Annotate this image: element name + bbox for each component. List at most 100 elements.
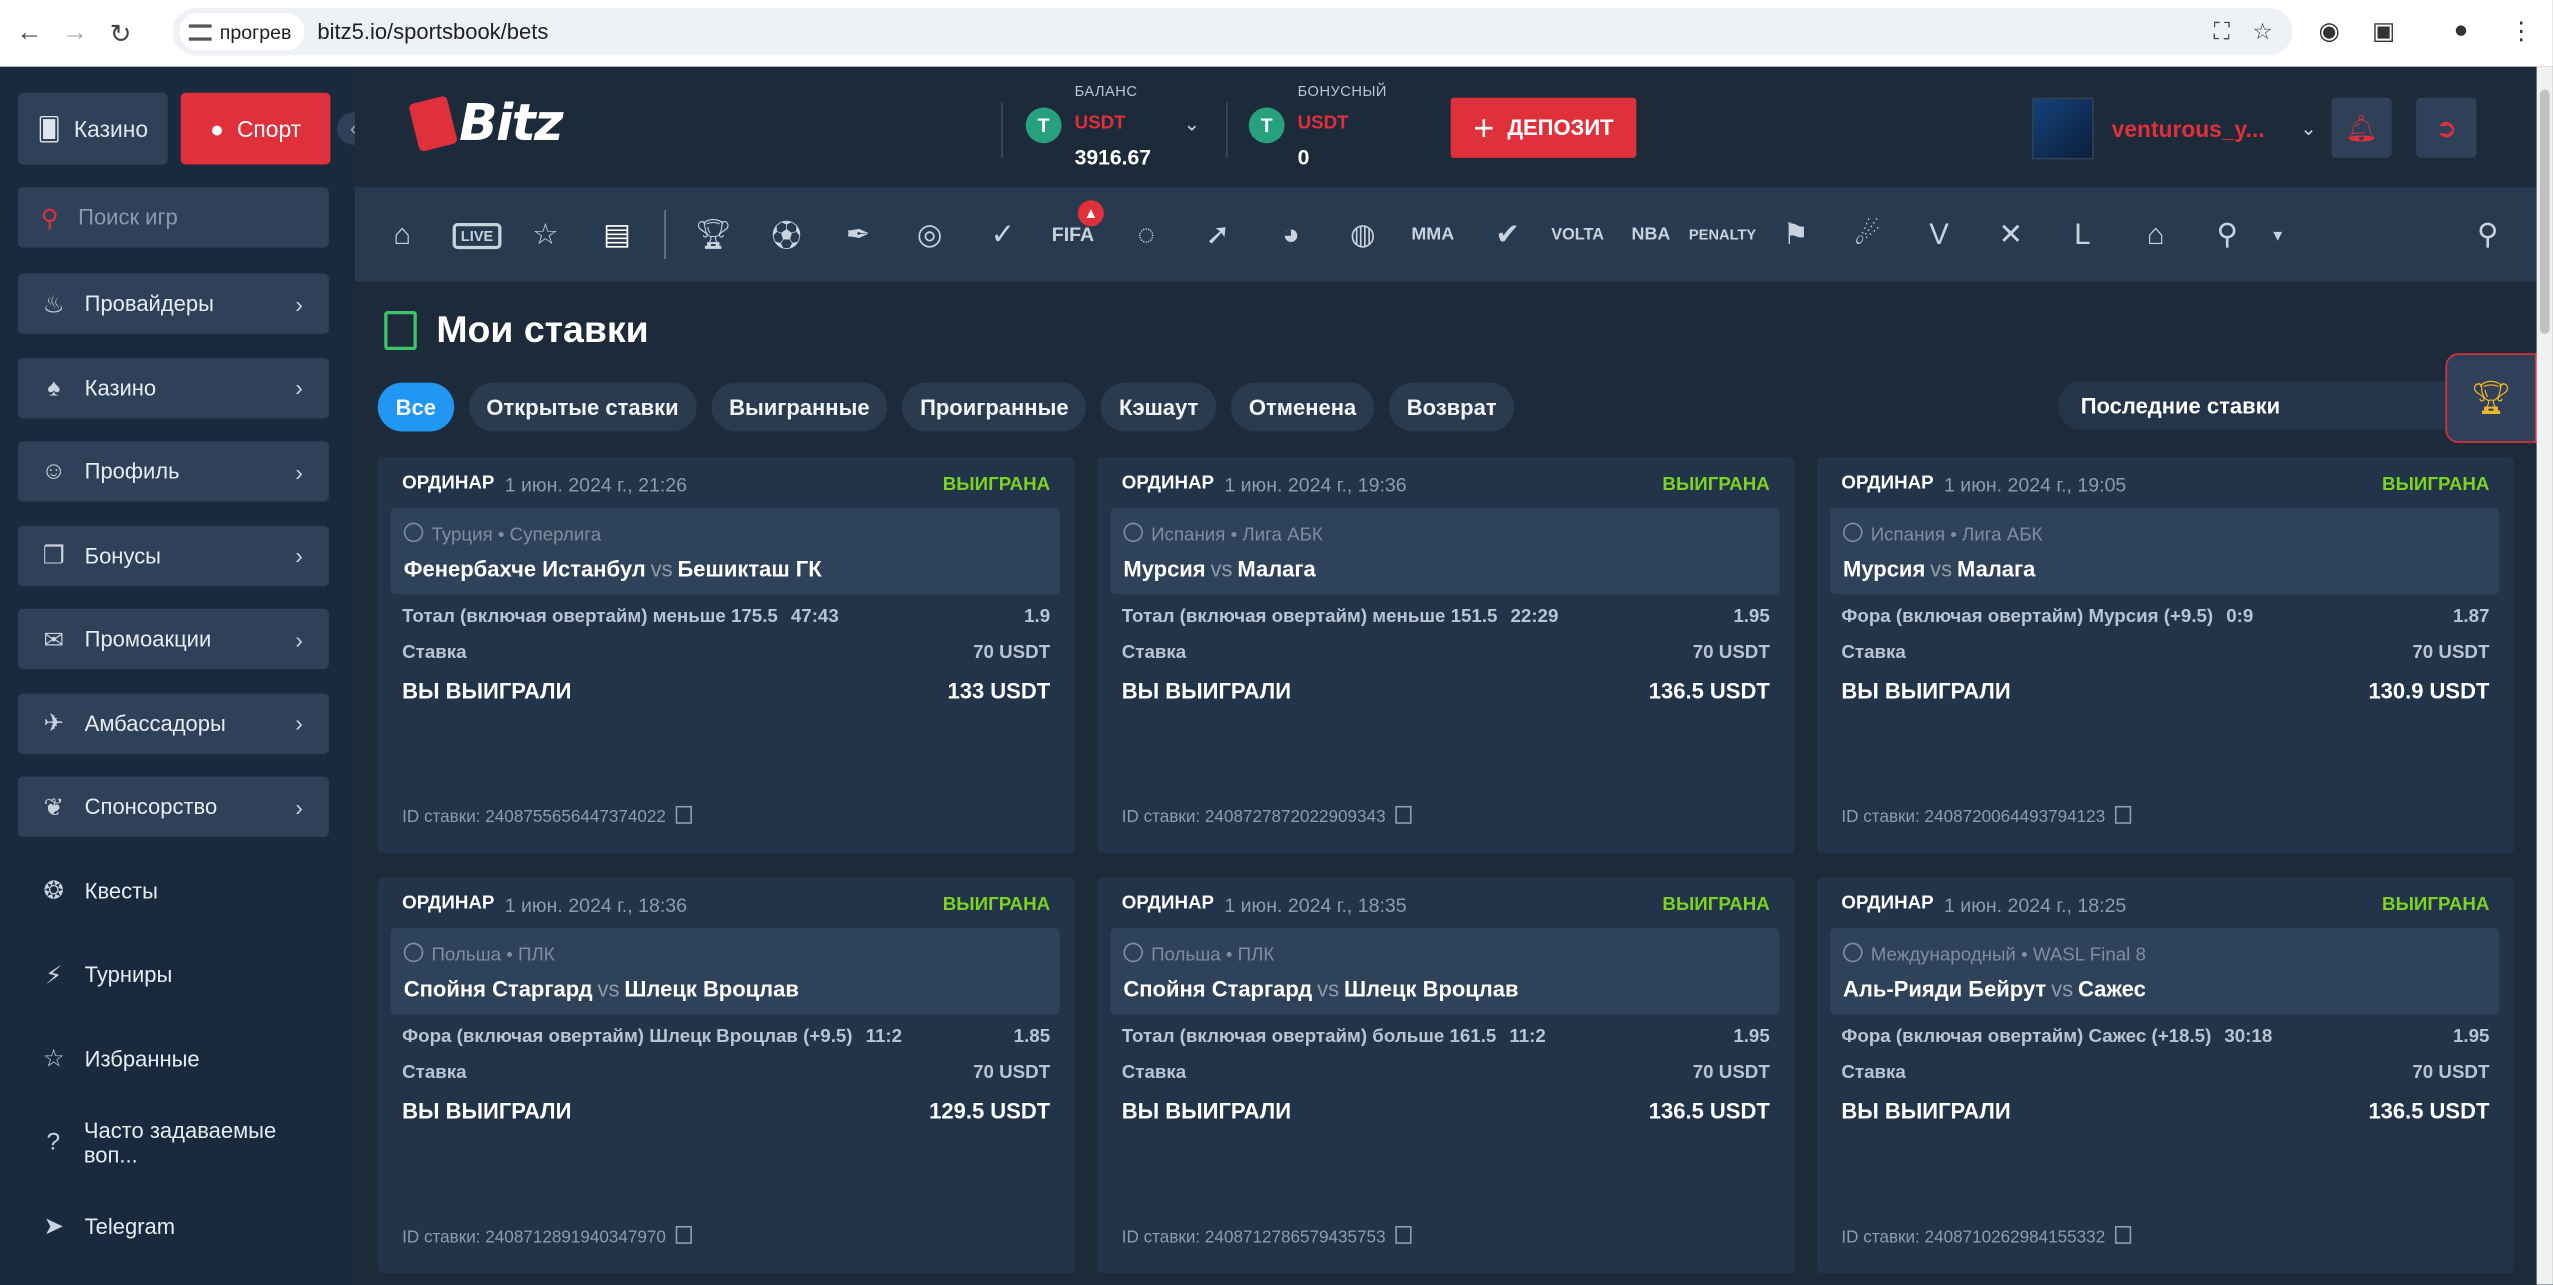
dota-icon[interactable]: ✕ [1991,213,2030,255]
football-icon[interactable]: ⚽︎ [767,213,806,255]
basketball-icon[interactable]: ◎ [910,213,949,255]
volleyball-icon[interactable]: ◕ [1272,213,1311,255]
trophy-icon[interactable]: ⚲ [2208,213,2247,255]
euro-cup-icon[interactable]: 🏆︎ [694,213,733,255]
handball-icon[interactable]: ◍ [1343,213,1382,255]
bet-card[interactable]: ОРДИНАР 1 июн. 2024 г., 19:05 ВЫИГРАНА Испа… [1816,457,2514,854]
league-name: Польша • ПЛК [1151,945,1275,966]
racing-flag-icon[interactable]: ⚑ [1776,213,1815,255]
search-icon[interactable]: ⚲ [2468,213,2507,255]
volta-fifa-icon[interactable]: VOLTA [1551,213,1604,255]
browser-menu-icon[interactable]: ⋮ [2509,16,2533,46]
bet-status: ВЫИГРАНА [1662,895,1770,916]
event-box[interactable]: Польша • ПЛК Спойня Старгард vs Шлецк Вроцл… [1110,928,1780,1015]
search-input[interactable] [74,203,310,232]
sidebar-item[interactable]: ❦ Спонсорство › [17,776,329,837]
bet-status: ВЫИГРАНА [942,475,1051,495]
sidebar-item[interactable]: ? Часто задаваемые воп... [18,1112,329,1172]
sidebar-item[interactable]: ♨ Провайдеры › [17,273,329,334]
filter-tab[interactable]: Возврат [1388,382,1515,432]
more-sports-chevron-icon[interactable]: ▾ [2258,213,2297,255]
badminton-icon[interactable]: ➚ [1198,213,1237,255]
address-bar[interactable]: прогрев bitz5.io/sportsbook/bets ⛶ ☆ [172,8,2293,56]
bet-card[interactable]: ОРДИНАР 1 июн. 2024 г., 18:35 ВЫИГРАНА Поль… [1097,877,1795,1274]
hockey-icon[interactable]: ✒ [838,213,877,255]
browser-toolbar: ← → ↻ прогрев bitz5.io/sportsbook/bets ⛶… [0,0,2553,67]
penalty-fifa-icon[interactable]: PENALTY [1689,213,1756,255]
live-icon[interactable]: LIVE [452,223,502,250]
bet-card[interactable]: ОРДИНАР 1 июн. 2024 г., 18:25 ВЫИГРАНА Межд… [1816,877,2514,1274]
home-icon[interactable]: ⌂ [383,213,422,255]
scrollbar-thumb[interactable] [2539,89,2550,334]
casino-switch-label: Казино [73,115,149,142]
event-box[interactable]: Испания • Лига АБК Мурсия vs Малага [1830,507,2500,595]
my-bets-icon[interactable]: ▤ [598,213,637,255]
sport-ball-icon [1123,522,1143,543]
table-tennis-icon[interactable]: ◌ [1127,213,1166,255]
notifications-button[interactable]: 🔔︎ [2331,97,2392,158]
game-search[interactable]: ⚲ [17,187,329,248]
forward-icon[interactable]: → [59,17,92,50]
logout-button[interactable]: ➲ [2416,97,2477,158]
copy-icon[interactable] [675,1225,693,1244]
sport-ball-icon [1843,942,1863,963]
tournament-button[interactable]: 🏆︎ [2445,353,2537,443]
site-info-chip[interactable]: прогрев [179,13,305,51]
sidebar-item[interactable]: ✈ Амбассадоры › [17,692,329,754]
sport-switch-button[interactable]: ● Спорт [180,92,331,165]
star-icon[interactable]: ☆ [526,213,565,255]
bookmark-star-icon[interactable]: ☆ [2252,18,2272,46]
translate-icon[interactable]: ⛶ [2214,18,2230,46]
mma-icon[interactable]: MMA [1411,213,1454,255]
bet-odds: 1.95 [1733,1027,1770,1047]
filter-tab[interactable]: Выигранные [711,382,888,432]
casino-switch-button[interactable]: 🂠 Казино [17,92,168,165]
counter-strike-icon[interactable]: ☄ [1848,213,1887,255]
event-box[interactable]: Польша • ПЛК Спойня Старгард vs Шлецк Вроцл… [390,928,1060,1015]
bets-period-select[interactable]: Последние ставки [2057,380,2456,430]
profile-icon[interactable]: ● [2454,16,2469,44]
copy-icon[interactable] [1395,805,1412,824]
sidebar-item[interactable]: ☆ Избранные [18,1028,329,1088]
squash-icon[interactable]: ✔ [1488,213,1527,255]
bet-odds: 1.85 [1013,1027,1051,1047]
filter-tab[interactable]: Открытые ставки [468,382,697,432]
copy-icon[interactable] [2114,1225,2132,1244]
balance-selector[interactable]: БАЛАНС T USDT 3916.67 ⌄ [1025,83,1221,181]
bet-card[interactable]: ОРДИНАР 1 июн. 2024 г., 21:26 ВЫИГРАНА Турц… [377,457,1075,854]
bet-card[interactable]: ОРДИНАР 1 июн. 2024 г., 18:36 ВЫИГРАНА Поль… [377,877,1075,1274]
sidebar-item[interactable]: ☺ Профиль › [17,441,329,502]
filter-tab[interactable]: Проигранные [902,382,1087,432]
back-icon[interactable]: ← [13,17,46,50]
nba2k-icon[interactable]: NBA [1631,213,1671,255]
chevron-down-icon[interactable]: ⌄ [1184,112,1200,135]
copy-icon[interactable] [675,805,693,824]
event-box[interactable]: Турция • Суперлига Фенербахче Истанбул vs Б… [390,507,1060,595]
filter-tab[interactable]: Кэшаут [1101,382,1217,432]
ehockey-icon[interactable]: ⌂ [2136,213,2175,255]
event-box[interactable]: Испания • Лига АБК Мурсия vs Малага [1110,507,1780,595]
league-of-legends-icon[interactable]: L [2063,213,2102,255]
sidebar-item[interactable]: ❐ Бонусы › [17,525,329,586]
user-menu[interactable]: venturous_y... ⌄ [2031,97,2317,160]
filter-tab[interactable]: Все [377,382,454,432]
sidebar-item[interactable]: ♠ Казино › [17,357,329,418]
url-text[interactable]: bitz5.io/sportsbook/bets [317,20,548,44]
copy-icon[interactable] [1395,1225,1412,1244]
tennis-icon[interactable]: ✓ [983,213,1022,255]
page-scrollbar[interactable] [2536,66,2553,1285]
sidebar-item[interactable]: ❂ Квесты [18,860,329,920]
filter-tab[interactable]: Отменена [1230,382,1375,432]
bitz-logo[interactable]: Bitz [408,94,564,153]
cookie-icon[interactable]: ◉ [2318,16,2339,46]
deposit-button[interactable]: + ДЕПОЗИТ [1450,97,1637,158]
valorant-icon[interactable]: V [1920,213,1959,255]
reload-icon[interactable]: ↻ [104,17,137,50]
event-box[interactable]: Международный • WASL Final 8 Аль-Рияди Бе… [1830,928,2500,1015]
bet-card[interactable]: ОРДИНАР 1 июн. 2024 г., 19:36 ВЫИГРАНА Испа… [1097,457,1795,854]
camera-off-icon[interactable]: ▣ [2372,16,2395,46]
sidebar-item[interactable]: ⚡︎ Турниры [18,944,329,1004]
sidebar-item[interactable]: ➤ Telegram [18,1196,329,1256]
copy-icon[interactable] [2114,805,2132,824]
sidebar-item[interactable]: ✉ Промоакции › [17,608,329,670]
